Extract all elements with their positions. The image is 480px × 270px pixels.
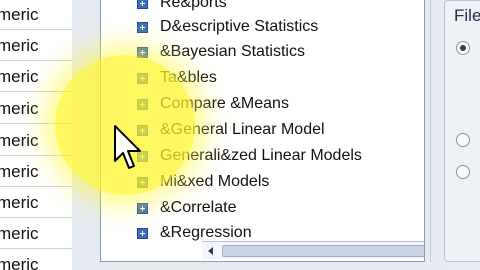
expand-icon[interactable] [137, 22, 148, 33]
list-item[interactable]: meric [0, 31, 72, 61]
list-item[interactable]: meric [0, 0, 72, 30]
group-title: File [454, 6, 480, 26]
file-group-box [444, 0, 480, 262]
list-item[interactable]: meric [0, 250, 72, 270]
horizontal-scrollbar[interactable] [202, 241, 424, 259]
tree-item-label: &Regression [160, 224, 252, 241]
mouse-pointer-icon [114, 125, 141, 169]
expand-icon[interactable] [137, 203, 148, 214]
tree-item-label: Re&ports [160, 0, 227, 11]
option-radio-2[interactable] [456, 133, 470, 147]
horizontal-scroll-thumb[interactable] [222, 245, 424, 257]
list-item[interactable]: meric [0, 157, 72, 187]
panel-divider [430, 0, 431, 262]
list-item-label: meric [0, 131, 39, 150]
list-item-label: meric [0, 255, 39, 270]
list-item-label: meric [0, 36, 39, 55]
expand-icon[interactable] [137, 0, 148, 9]
list-item[interactable]: meric [0, 219, 72, 249]
list-item-label: meric [0, 224, 39, 243]
option-radio-3[interactable] [456, 165, 470, 179]
tree-item-label: D&escriptive Statistics [160, 18, 319, 35]
tree-item-label: &Bayesian Statistics [160, 43, 305, 60]
tree-item-label: Mi&xed Models [160, 173, 270, 190]
list-item-label: meric [0, 193, 39, 212]
list-item[interactable]: meric [0, 188, 72, 218]
scroll-left-icon[interactable] [208, 247, 213, 255]
list-item[interactable]: meric [0, 62, 72, 92]
list-item-label: meric [0, 5, 39, 24]
list-item-label: meric [0, 162, 39, 181]
list-item-label: meric [0, 99, 39, 118]
tree-item-label: &Correlate [160, 199, 237, 216]
option-radio-1[interactable] [456, 41, 470, 55]
expand-icon[interactable] [137, 228, 148, 239]
list-item-label: meric [0, 67, 39, 86]
